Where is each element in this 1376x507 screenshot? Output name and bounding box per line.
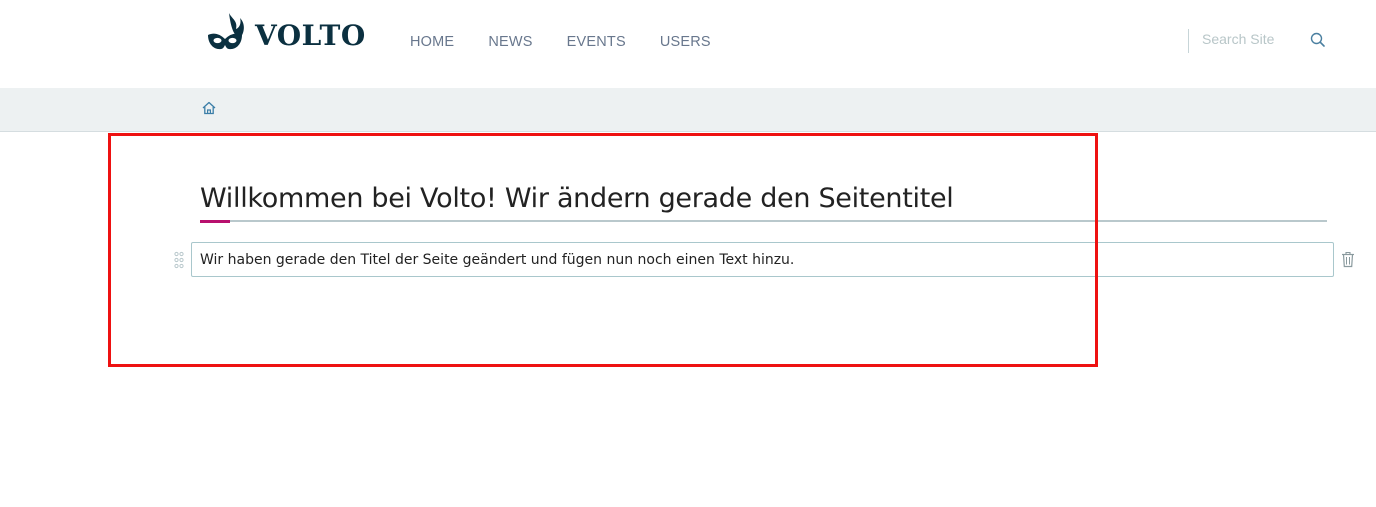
volto-mask-icon	[208, 13, 244, 50]
drag-handle-icon[interactable]	[173, 251, 185, 269]
nav-item-users[interactable]: USERS	[660, 34, 711, 50]
site-logo[interactable]: VOLTO	[205, 10, 366, 56]
search-input[interactable]	[1202, 31, 1298, 47]
site-header: VOLTO HOME NEWS EVENTS USERS	[0, 0, 1376, 88]
nav-item-home[interactable]: HOME	[410, 34, 454, 50]
nav-item-news[interactable]: NEWS	[488, 34, 532, 50]
title-accent-bar	[200, 220, 230, 223]
trash-icon[interactable]	[1341, 251, 1355, 268]
search-icon[interactable]	[1309, 31, 1327, 49]
search-box	[1188, 29, 1298, 53]
home-icon[interactable]	[201, 100, 217, 116]
text-block-editor[interactable]: Wir haben gerade den Titel der Seite geä…	[191, 242, 1334, 277]
main-nav: HOME NEWS EVENTS USERS	[410, 34, 745, 50]
nav-item-events[interactable]: EVENTS	[567, 34, 626, 50]
breadcrumb	[0, 88, 1376, 132]
brand-name: VOLTO	[255, 19, 366, 52]
title-underline	[200, 220, 1327, 222]
page-title[interactable]: Willkommen bei Volto! Wir ändern gerade …	[200, 183, 954, 214]
